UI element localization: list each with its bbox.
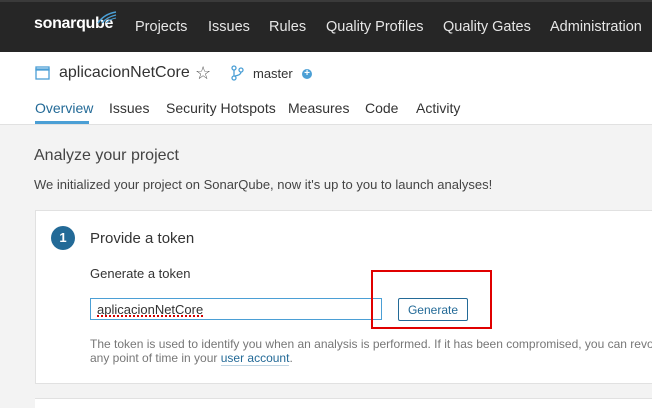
project-name[interactable]: aplicacionNetCore xyxy=(59,64,190,82)
hint-prefix: any point of time in your xyxy=(90,351,221,365)
step-number-badge: 1 xyxy=(51,226,75,250)
nav-quality-profiles[interactable]: Quality Profiles xyxy=(326,19,424,35)
tab-issues[interactable]: Issues xyxy=(109,100,149,116)
token-hint-text-2: any point of time in your user account. xyxy=(90,351,293,366)
page-description: We initialized your project on SonarQube… xyxy=(34,177,493,192)
nav-projects[interactable]: Projects xyxy=(135,19,187,35)
nav-administration[interactable]: Administration xyxy=(550,19,642,35)
token-hint-text: The token is used to identify you when a… xyxy=(90,337,652,351)
nav-rules[interactable]: Rules xyxy=(269,19,306,35)
nav-quality-gates[interactable]: Quality Gates xyxy=(443,19,531,35)
project-icon xyxy=(35,66,50,80)
generate-token-label: Generate a token xyxy=(90,266,191,281)
tab-code[interactable]: Code xyxy=(365,100,398,116)
spellcheck-underline xyxy=(97,315,204,317)
branch-icon xyxy=(231,65,244,81)
tab-activity[interactable]: Activity xyxy=(416,100,460,116)
sonarqube-logo-waves-icon xyxy=(97,11,117,24)
tab-measures[interactable]: Measures xyxy=(288,100,349,116)
tab-overview[interactable]: Overview xyxy=(35,100,93,116)
step-title: Provide a token xyxy=(90,230,195,247)
favorite-star-icon[interactable]: ☆ xyxy=(195,63,211,84)
active-tab-indicator xyxy=(35,121,89,124)
top-navigation-bar: sonarqube Projects Issues Rules Quality … xyxy=(0,0,652,52)
tab-security-hotspots[interactable]: Security Hotspots xyxy=(166,100,276,116)
page-title: Analyze your project xyxy=(34,147,179,164)
branch-name[interactable]: master xyxy=(253,66,293,81)
user-account-link[interactable]: user account xyxy=(220,351,290,366)
nav-issues[interactable]: Issues xyxy=(208,19,250,35)
hint-suffix: . xyxy=(289,351,293,365)
add-branch-plus-icon[interactable]: + xyxy=(302,69,312,79)
red-highlight-box xyxy=(371,270,492,329)
project-header: aplicacionNetCore ☆ master + Overview Is… xyxy=(0,52,652,125)
topbar-divider xyxy=(0,0,652,2)
